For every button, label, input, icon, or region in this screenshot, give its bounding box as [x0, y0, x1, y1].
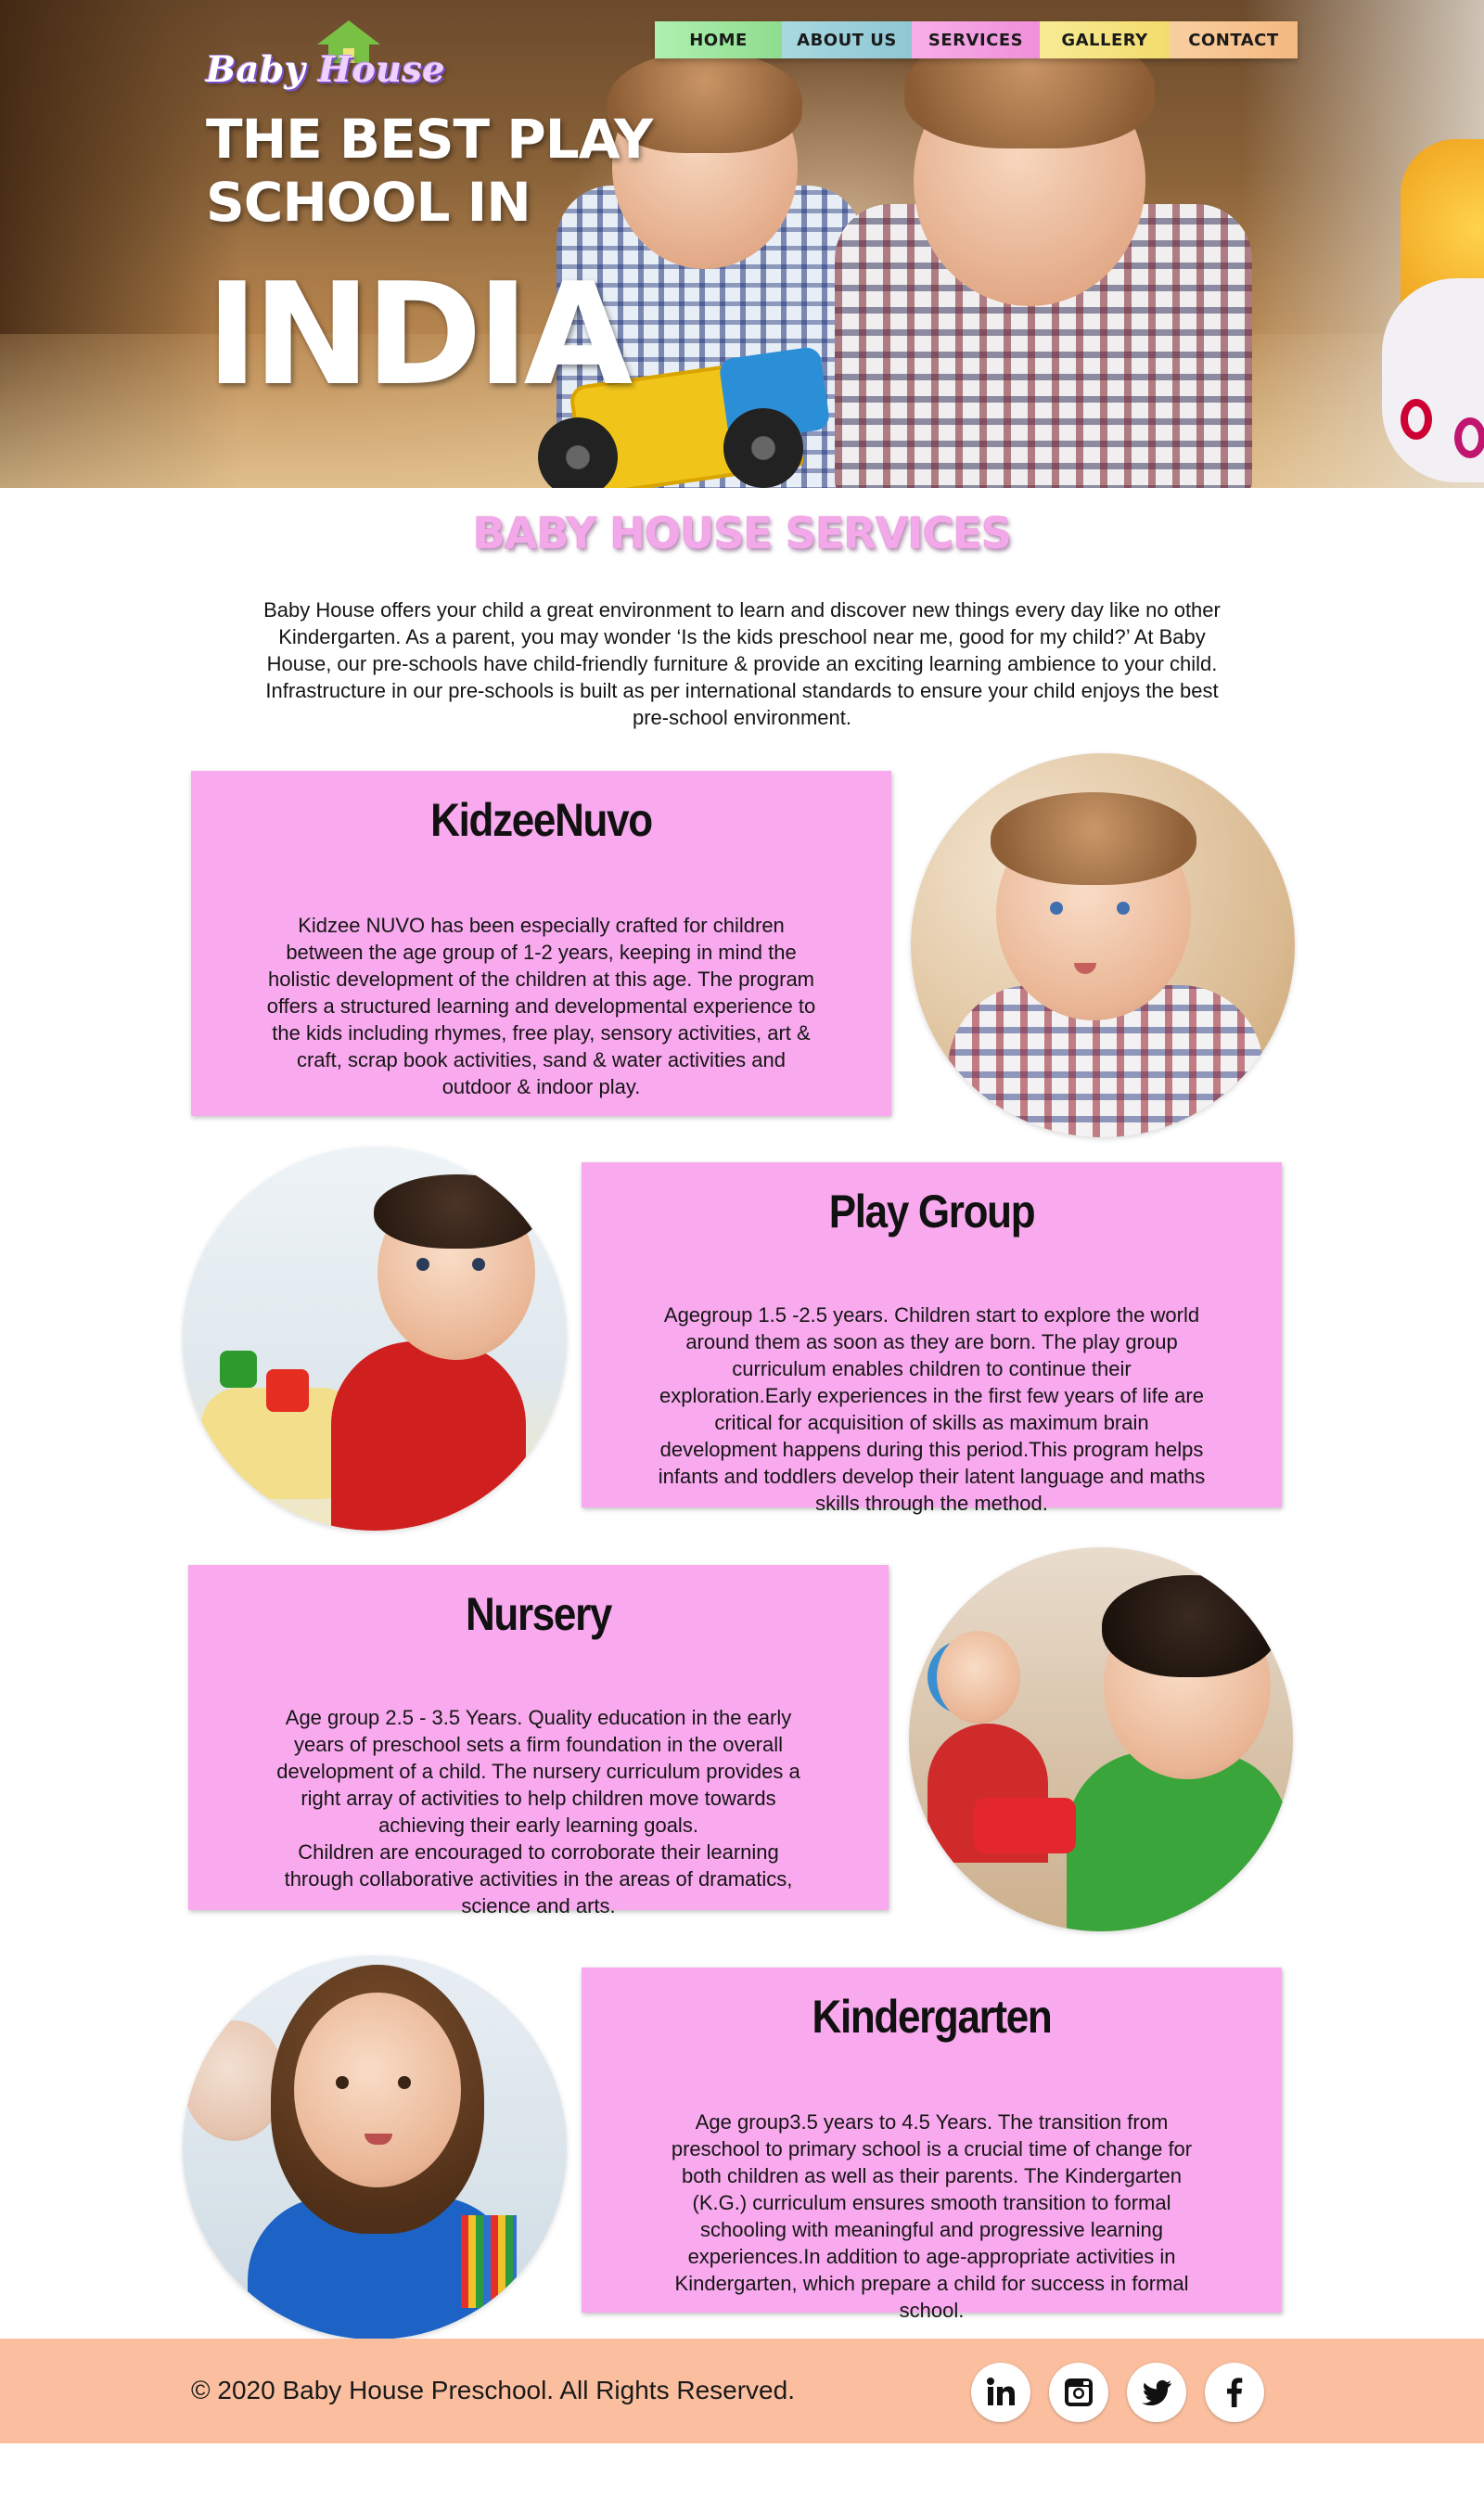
services-title: BABY HOUSE SERVICES: [472, 508, 1012, 558]
kindergarten-child-photo: [183, 1955, 567, 2340]
play-group-child-photo: [183, 1147, 567, 1531]
house-icon: [317, 20, 380, 45]
twitter-icon[interactable]: [1127, 2363, 1186, 2422]
service-card-kidzeenuvo: KidzeeNuvo Kidzee NUVO has been especial…: [191, 771, 891, 1116]
service-title: Play Group: [828, 1186, 1036, 1237]
instagram-icon[interactable]: [1049, 2363, 1108, 2422]
ring-toy-image: [1382, 278, 1484, 482]
footer: © 2020 Baby House Preschool. All Rights …: [0, 2339, 1484, 2443]
linkedin-icon[interactable]: [971, 2363, 1030, 2422]
hero-banner: Baby House THE BEST PLAY SCHOOL IN INDIA…: [0, 0, 1484, 488]
hero-line-1: THE BEST PLAY: [206, 108, 653, 171]
baby-house-logo[interactable]: Baby House: [206, 20, 445, 95]
logo-word-baby: Baby: [206, 48, 306, 90]
service-card-play-group: Play Group Agegroup 1.5 -2.5 years. Chil…: [582, 1162, 1282, 1515]
service-title: KidzeeNuvo: [430, 794, 653, 846]
kidzeenuvo-child-photo: [911, 753, 1295, 1137]
nav-services[interactable]: SERVICES: [912, 21, 1040, 58]
service-card-kindergarten: Kindergarten Age group3.5 years to 4.5 Y…: [582, 1968, 1282, 2322]
service-card-nursery: Nursery Age group 2.5 - 3.5 Years. Quali…: [188, 1565, 889, 1917]
nursery-children-photo: [909, 1547, 1293, 1931]
service-description: Age group3.5 years to 4.5 Years. The tra…: [671, 2110, 1193, 2322]
service-title: Nursery: [465, 1588, 612, 1640]
service-description: Age group 2.5 - 3.5 Years. Quality educa…: [276, 1706, 800, 1917]
main-nav: HOME ABOUT US SERVICES GALLERY CONTACT: [655, 21, 1298, 58]
hero-line-3: INDIA: [206, 252, 633, 417]
logo-word-house: House: [318, 48, 446, 90]
services-intro: Baby House offers your child a great env…: [263, 598, 1221, 729]
nav-gallery[interactable]: GALLERY: [1040, 21, 1170, 58]
nav-contact[interactable]: CONTACT: [1170, 21, 1298, 58]
nav-about-us[interactable]: ABOUT US: [782, 21, 912, 58]
hero-line-2: SCHOOL IN: [206, 171, 531, 234]
service-title: Kindergarten: [812, 1991, 1052, 2043]
nav-home[interactable]: HOME: [655, 21, 782, 58]
service-description: Agegroup 1.5 -2.5 years. Children start …: [658, 1303, 1206, 1515]
logo-text: Baby House: [206, 48, 445, 90]
hero-headline: THE BEST PLAY SCHOOL IN INDIA: [206, 108, 653, 417]
service-description: Kidzee NUVO has been especially crafted …: [266, 914, 816, 1098]
footer-copyright: © 2020 Baby House Preschool. All Rights …: [191, 2376, 795, 2404]
facebook-icon[interactable]: [1205, 2363, 1264, 2422]
